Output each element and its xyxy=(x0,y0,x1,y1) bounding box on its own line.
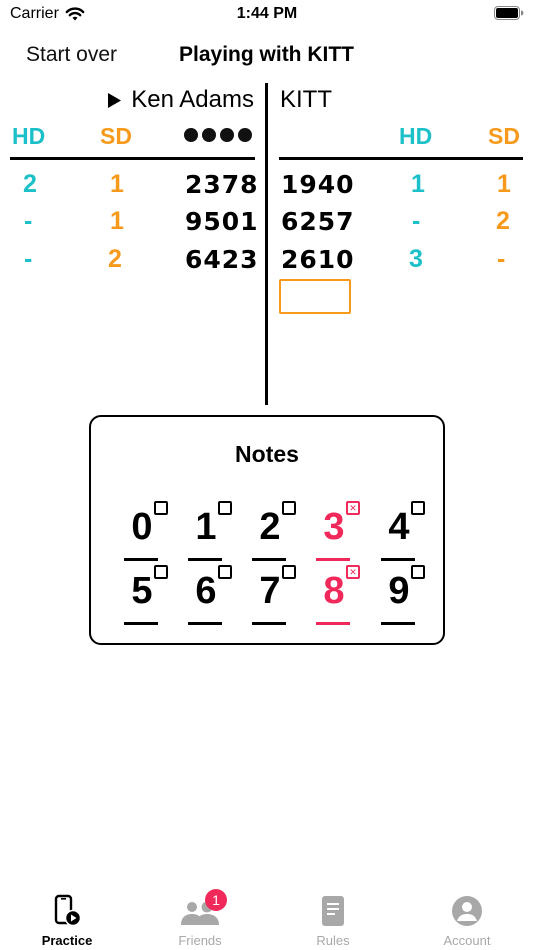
checkbox-icon xyxy=(218,501,232,515)
tab-bar: Practice 1 Friends Rules Account xyxy=(0,885,534,950)
crossed-checkbox-icon: ✕ xyxy=(346,565,360,579)
checkbox-icon xyxy=(282,565,296,579)
left-player-name: Ken Adams xyxy=(131,86,254,113)
right-row-2-guess: 6257 xyxy=(281,207,355,236)
right-row-3-hd: 3 xyxy=(409,245,423,273)
right-row-3-guess: 2610 xyxy=(281,245,355,274)
account-icon xyxy=(452,896,482,926)
clock: 1:44 PM xyxy=(236,5,298,22)
tab-label: Practice xyxy=(41,933,93,948)
tab-practice[interactable]: Practice xyxy=(17,885,117,950)
checkbox-icon xyxy=(154,501,168,515)
left-row-2-sd: 1 xyxy=(110,207,124,235)
right-hd-header: HD xyxy=(399,123,433,149)
right-header-rule xyxy=(279,157,523,160)
left-row-3-hd: - xyxy=(24,245,33,273)
left-row-1-hd: 2 xyxy=(23,170,37,198)
turn-indicator-icon xyxy=(108,92,122,108)
notes-title: Notes xyxy=(235,441,299,467)
checkbox-icon xyxy=(282,501,296,515)
checkbox-icon xyxy=(218,565,232,579)
checkbox-icon xyxy=(411,501,425,515)
note-digit-6[interactable]: 6 xyxy=(186,565,236,625)
right-row-2-hd: - xyxy=(412,207,421,235)
note-digit-9[interactable]: 9 xyxy=(379,565,429,625)
left-row-1-sd: 1 xyxy=(110,170,124,198)
note-digit-0[interactable]: 0 xyxy=(122,501,172,561)
left-row-2-hd: - xyxy=(24,207,33,235)
checkbox-icon xyxy=(411,565,425,579)
tab-label: Friends xyxy=(178,933,222,948)
note-digit-4[interactable]: 4 xyxy=(379,501,429,561)
left-row-2-guess: 9501 xyxy=(185,207,259,236)
checkbox-icon xyxy=(154,565,168,579)
hidden-number-mask xyxy=(184,128,252,142)
tab-friends[interactable]: 1 Friends xyxy=(150,885,250,950)
page-title: Playing with KITT xyxy=(179,43,355,66)
tab-label: Rules xyxy=(316,933,350,948)
right-row-2-sd: 2 xyxy=(496,207,510,235)
document-icon xyxy=(322,896,344,926)
note-digit-7[interactable]: 7 xyxy=(250,565,300,625)
note-digit-1[interactable]: 1 xyxy=(186,501,236,561)
right-row-1-hd: 1 xyxy=(411,170,425,198)
notes-panel: Notes 0 1 2 3 ✕ 4 5 6 7 8 ✕ 9 xyxy=(89,415,445,645)
right-player-name: KITT xyxy=(280,86,332,113)
right-row-3-sd: - xyxy=(497,245,506,273)
left-row-1-guess: 2378 xyxy=(185,170,259,199)
board-divider xyxy=(265,83,268,405)
note-digit-2[interactable]: 2 xyxy=(250,501,300,561)
phone-play-icon xyxy=(54,894,82,927)
start-over-button[interactable]: Start over xyxy=(26,43,117,67)
status-bar: Carrier 1:44 PM xyxy=(0,0,534,30)
left-hd-header: HD xyxy=(12,123,46,149)
left-player: Ken Adams xyxy=(108,86,254,114)
left-row-3-guess: 6423 xyxy=(185,245,259,274)
right-row-1-sd: 1 xyxy=(497,170,511,198)
left-sd-header: SD xyxy=(100,123,132,149)
right-row-1-guess: 1940 xyxy=(281,170,355,199)
tab-rules[interactable]: Rules xyxy=(283,885,383,950)
battery-icon xyxy=(494,6,524,20)
note-digit-3[interactable]: 3 ✕ xyxy=(314,501,364,561)
left-row-3-sd: 2 xyxy=(108,245,122,273)
note-digit-8[interactable]: 8 ✕ xyxy=(314,565,364,625)
notification-badge: 1 xyxy=(205,889,227,911)
left-header-rule xyxy=(10,157,255,160)
note-digit-5[interactable]: 5 xyxy=(122,565,172,625)
right-sd-header: SD xyxy=(488,123,520,149)
tab-account[interactable]: Account xyxy=(417,885,517,950)
tab-label: Account xyxy=(443,933,491,948)
crossed-checkbox-icon: ✕ xyxy=(346,501,360,515)
guess-input[interactable] xyxy=(279,279,351,314)
